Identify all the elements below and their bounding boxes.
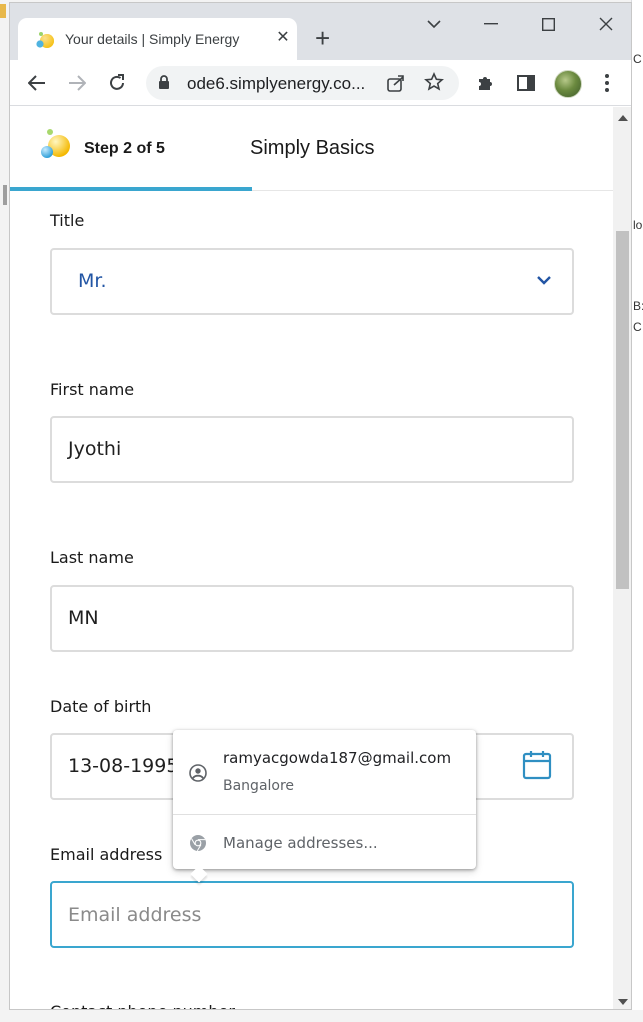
simply-energy-logo-icon xyxy=(41,129,70,158)
title-select[interactable]: Mr. xyxy=(50,248,574,315)
autofill-suggestion[interactable]: ramyacgowda187@gmail.com Bangalore xyxy=(173,730,476,814)
first-name-field[interactable]: Jyothi xyxy=(50,416,574,483)
step-indicator: Step 2 of 5 xyxy=(84,140,165,157)
plan-name: Simply Basics xyxy=(250,137,375,159)
forward-icon[interactable] xyxy=(62,68,92,98)
chevron-down-icon xyxy=(537,276,551,285)
back-icon[interactable] xyxy=(22,68,52,98)
profile-avatar[interactable] xyxy=(554,70,582,98)
page-content: Step 2 of 5 Simply Basics Title Mr. Firs… xyxy=(10,107,613,1009)
share-icon[interactable] xyxy=(386,73,406,93)
email-label: Email address xyxy=(50,845,163,864)
scroll-down-arrow-icon[interactable] xyxy=(618,999,628,1005)
new-tab-icon[interactable]: + xyxy=(315,25,330,51)
dob-value: 13-08-1995 xyxy=(68,755,179,777)
page-scrollbar[interactable] xyxy=(613,107,631,1009)
reload-icon[interactable] xyxy=(102,68,132,98)
side-panel-icon[interactable] xyxy=(515,72,537,94)
manage-addresses-item[interactable]: Manage addresses... xyxy=(173,814,476,869)
url-text[interactable]: ode6.simplyenergy.co... xyxy=(187,74,372,94)
browser-window: Your details | Simply Energy ✕ + ode6.si… xyxy=(9,2,632,1010)
first-name-value: Jyothi xyxy=(68,438,122,460)
browser-tab[interactable]: Your details | Simply Energy ✕ xyxy=(18,18,297,60)
extensions-icon[interactable] xyxy=(475,72,497,94)
step-header: Step 2 of 5 Simply Basics xyxy=(10,107,613,191)
scrollbar-thumb[interactable] xyxy=(616,231,629,589)
account-circle-icon xyxy=(189,764,207,782)
email-placeholder: Email address xyxy=(68,904,202,926)
tab-strip: Your details | Simply Energy ✕ + xyxy=(10,3,631,60)
suggestion-email: ramyacgowda187@gmail.com xyxy=(223,749,452,767)
last-name-field[interactable]: MN xyxy=(50,585,574,652)
lock-icon[interactable] xyxy=(158,75,170,90)
tab-search-icon[interactable] xyxy=(418,9,450,39)
phone-label: Contact phone number xyxy=(50,1002,235,1009)
dob-label: Date of birth xyxy=(50,697,152,716)
browser-toolbar: ode6.simplyenergy.co... xyxy=(10,60,631,106)
desktop-left-edge xyxy=(0,0,9,1022)
tab-close-icon[interactable]: ✕ xyxy=(275,27,291,47)
chrome-icon xyxy=(190,835,206,852)
scroll-up-arrow-icon[interactable] xyxy=(618,115,628,121)
address-bar[interactable]: ode6.simplyenergy.co... xyxy=(146,66,459,100)
step-progress-bar xyxy=(10,187,252,191)
bookmark-star-icon[interactable] xyxy=(424,72,444,92)
minimize-icon[interactable] xyxy=(475,9,507,39)
suggestion-city: Bangalore xyxy=(223,778,295,794)
calendar-icon[interactable] xyxy=(522,750,552,780)
simply-energy-favicon-icon xyxy=(36,32,54,48)
maximize-icon[interactable] xyxy=(532,9,564,39)
title-select-value: Mr. xyxy=(78,270,107,292)
autofill-dropdown: ramyacgowda187@gmail.com Bangalore Manag… xyxy=(173,730,476,883)
email-field[interactable]: Email address xyxy=(50,881,574,948)
desktop-bottom-edge xyxy=(0,1010,643,1022)
last-name-value: MN xyxy=(68,607,99,629)
close-window-icon[interactable] xyxy=(590,9,622,39)
tab-title: Your details | Simply Energy xyxy=(65,31,240,47)
title-label: Title xyxy=(50,211,85,230)
background-window-edge: loB:CC xyxy=(631,0,643,1022)
first-name-label: First name xyxy=(50,380,135,399)
last-name-label: Last name xyxy=(50,548,134,567)
manage-addresses-label: Manage addresses... xyxy=(223,834,378,852)
browser-menu-icon[interactable] xyxy=(600,72,614,94)
